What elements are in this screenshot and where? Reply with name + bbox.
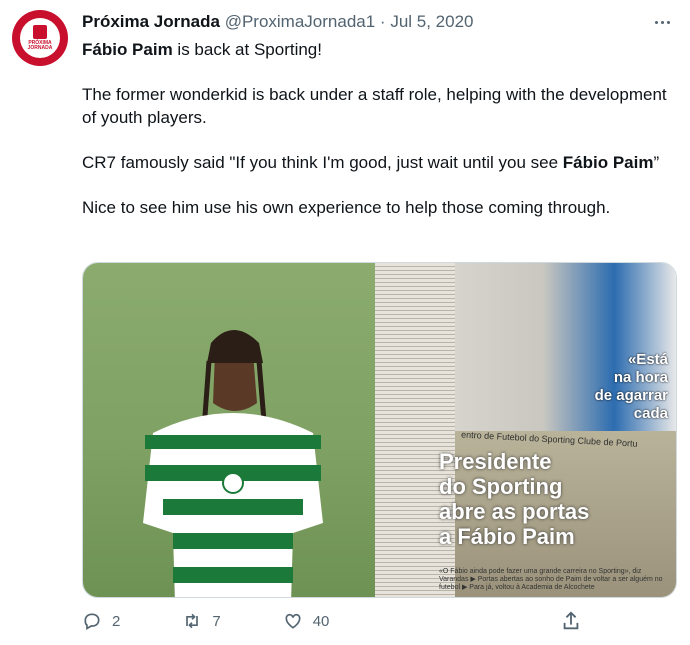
separator: · [379,12,386,31]
headline-line: Presidente [439,449,552,474]
headline-line: a Fábio Paim [439,524,575,549]
bold-name: Fábio Paim [562,153,654,172]
photo-newspaper[interactable]: entro de Futebol do Sporting Clube de Po… [375,263,676,597]
more-options-icon[interactable] [650,12,674,32]
tweet-paragraph-2: The former wonderkid is back under a sta… [82,85,667,127]
action-bar: 2 7 40 [82,608,582,634]
tweet-date[interactable]: Jul 5, 2020 [390,12,473,31]
retweet-count: 7 [212,612,221,630]
media-grid[interactable]: entro de Futebol do Sporting Clube de Po… [82,262,677,598]
author-handle[interactable]: @ProximaJornada1 [225,12,376,31]
quote-line: «Está [627,351,668,368]
text: is back at Sporting! [172,40,322,59]
tweet-paragraph-1: Fábio Paim is back at Sporting! [82,38,672,61]
reply-button[interactable]: 2 [82,611,120,631]
tweet-paragraph-3: CR7 famously said "If you think I'm good… [82,151,672,174]
player-figure [143,330,323,597]
tweet-header: Próxima Jornada @ProximaJornada1 · Jul 5… [82,12,642,34]
tweet-paragraph-4: Nice to see him use his own experience t… [82,198,611,217]
like-button[interactable]: 40 [283,611,330,631]
newspaper-caption: «O Fábio ainda pode fazer uma grande car… [439,568,663,591]
heart-icon [285,613,301,629]
tweet-text: Fábio Paim is back at Sporting! The form… [82,38,672,241]
avatar[interactable]: PRÓXIMA JORNADA [12,10,68,66]
retweet-icon [186,613,199,629]
shield-icon [33,25,47,39]
newspaper-headline: Presidente do Sporting abre as portas a … [439,449,589,549]
like-count: 40 [312,612,330,630]
quote-line: de agarrar [594,387,668,404]
tweet[interactable]: PRÓXIMA JORNADA Próxima Jornada @Proxima… [0,0,690,645]
quote-line: cada [633,405,668,422]
share-icon[interactable] [560,610,582,632]
newspaper-quote: «Está na hora de agarrar cada [595,351,668,423]
headline-line: abre as portas [439,499,590,524]
avatar-text: PRÓXIMA JORNADA [27,40,53,51]
quote-line: na hora [613,369,668,386]
text: ” [653,153,660,172]
text: CR7 famously said "If you think I'm good… [82,153,563,172]
retweet-button[interactable]: 7 [182,611,221,631]
reply-icon [84,613,100,630]
headline-line: do Sporting [439,474,563,499]
bold-name: Fábio Paim [82,40,173,59]
reply-count: 2 [112,612,121,630]
avatar-logo: PRÓXIMA JORNADA [20,18,60,58]
author-name[interactable]: Próxima Jornada [82,12,220,31]
photo-player[interactable] [83,263,375,597]
